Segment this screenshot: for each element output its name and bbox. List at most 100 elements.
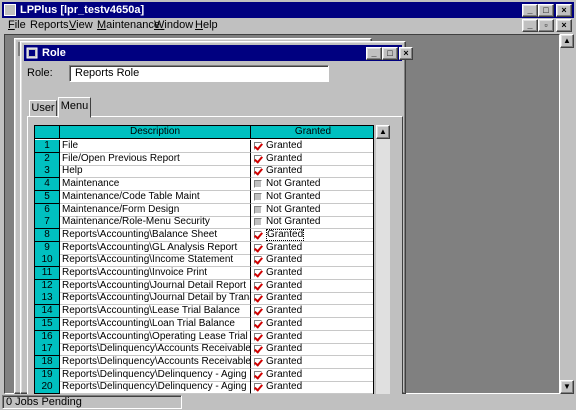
table-row[interactable]: 11 Reports\Accounting\Invoice Print Grante… (35, 267, 373, 280)
granted-cell[interactable]: Granted (251, 318, 373, 331)
maximize-button[interactable]: □ (538, 4, 554, 17)
close-button[interactable]: × (556, 4, 572, 17)
row-number[interactable]: 3 (35, 165, 60, 179)
granted-checkbox[interactable] (254, 256, 262, 265)
row-number[interactable]: 5 (35, 190, 60, 204)
row-number[interactable]: 15 (35, 317, 60, 331)
granted-checkbox[interactable] (254, 281, 262, 290)
granted-cell[interactable]: Granted (251, 267, 373, 280)
row-number[interactable]: 4 (35, 178, 60, 192)
row-number[interactable]: 19 (35, 368, 60, 382)
table-row[interactable]: 13 Reports\Accounting\Journal Detail by T… (35, 292, 373, 306)
role-name-input[interactable]: Reports Role (69, 65, 329, 82)
grid-scroll-up-icon[interactable]: ▲ (376, 125, 390, 139)
row-number[interactable]: 18 (35, 355, 60, 369)
table-row[interactable]: 15 Reports\Accounting\Loan Trial Balance G… (35, 317, 373, 331)
tab-menu[interactable]: Menu (58, 97, 91, 118)
scroll-up-arrow-icon[interactable]: ▲ (560, 34, 574, 48)
table-row[interactable]: 17 Reports\Delinquency\Accounts Receivabl… (35, 343, 373, 357)
granted-checkbox[interactable] (254, 167, 262, 176)
role-titlebar[interactable]: Role _ □ × (24, 45, 413, 61)
description-column-header[interactable]: Description (60, 126, 251, 139)
table-row[interactable]: 8 Reports\Accounting\Balance Sheet Granted (35, 228, 373, 242)
table-row[interactable]: 7 Maintenance/Role-Menu Security Not Grant… (35, 216, 373, 230)
menu-file[interactable]: File (8, 18, 26, 33)
granted-cell[interactable]: Not Granted (251, 178, 373, 192)
table-row[interactable]: 4 Maintenance Not Granted (35, 178, 373, 192)
row-number[interactable]: 12 (35, 279, 60, 293)
menu-reports[interactable]: Reports (30, 18, 69, 33)
granted-checkbox[interactable] (254, 332, 262, 341)
mdi-restore-button[interactable]: ▫ (538, 19, 554, 32)
table-row[interactable]: 6 Maintenance/Form Design Not Granted (35, 203, 373, 217)
granted-cell[interactable]: Granted (251, 228, 373, 242)
role-minimize-button[interactable]: _ (366, 47, 382, 60)
granted-checkbox[interactable] (254, 142, 262, 150)
granted-cell[interactable]: Not Granted (251, 216, 373, 230)
granted-cell[interactable]: Granted (251, 254, 373, 268)
granted-checkbox[interactable] (254, 269, 262, 277)
row-number[interactable]: 11 (35, 267, 60, 280)
granted-cell[interactable]: Granted (251, 343, 373, 357)
table-row[interactable]: 10 Reports\Accounting\Income Statement Gra… (35, 254, 373, 268)
granted-column-header[interactable]: Granted (251, 126, 373, 139)
granted-cell[interactable]: Granted (251, 356, 373, 369)
grid-vertical-scrollbar[interactable]: ▲ (376, 125, 390, 396)
menu-permissions-grid[interactable]: Description Granted 1 File Granted 2 File/Op… (34, 125, 374, 396)
granted-checkbox[interactable] (254, 180, 262, 189)
role-close-button[interactable]: × (399, 47, 413, 60)
row-number[interactable]: 10 (35, 254, 60, 268)
table-row[interactable]: 20 Reports\Delinquency\Delinquency - Agin… (35, 381, 373, 395)
table-row[interactable]: 9 Reports\Accounting\GL Analysis Report Gr… (35, 241, 373, 255)
row-number[interactable]: 7 (35, 216, 60, 230)
granted-checkbox[interactable] (254, 319, 262, 328)
mdi-close-button[interactable]: × (556, 19, 572, 32)
granted-checkbox[interactable] (254, 383, 262, 392)
granted-checkbox[interactable] (254, 154, 262, 163)
granted-cell[interactable]: Granted (251, 292, 373, 306)
tab-user[interactable]: User (29, 100, 57, 117)
table-row[interactable]: 14 Reports\Accounting\Lease Trial Balance… (35, 305, 373, 319)
table-row[interactable]: 2 File/Open Previous Report Granted (35, 152, 373, 166)
granted-checkbox[interactable] (254, 243, 262, 252)
menu-view[interactable]: View (69, 18, 93, 33)
row-number[interactable]: 17 (35, 343, 60, 357)
menu-help[interactable]: Help (195, 18, 218, 33)
granted-checkbox[interactable] (254, 294, 262, 303)
granted-checkbox[interactable] (254, 218, 262, 227)
row-number[interactable]: 16 (35, 330, 60, 344)
mdi-minimize-button[interactable]: _ (522, 19, 538, 32)
granted-checkbox[interactable] (254, 345, 262, 354)
menu-window[interactable]: Window (154, 18, 193, 33)
granted-checkbox[interactable] (254, 230, 262, 239)
minimize-button[interactable]: _ (522, 4, 538, 17)
role-maximize-button[interactable]: □ (382, 47, 398, 60)
granted-cell[interactable]: Granted (251, 242, 373, 255)
table-row[interactable]: 16 Reports\Accounting\Operating Lease Tri… (35, 330, 373, 344)
row-number[interactable]: 13 (35, 292, 60, 306)
granted-cell[interactable]: Granted (251, 305, 373, 319)
granted-cell[interactable]: Not Granted (251, 204, 373, 217)
granted-cell[interactable]: Not Granted (251, 191, 373, 204)
granted-cell[interactable]: Granted (251, 381, 373, 395)
table-row[interactable]: 3 Help Granted (35, 165, 373, 179)
row-number[interactable]: 6 (35, 203, 60, 217)
granted-checkbox[interactable] (254, 307, 262, 316)
row-number[interactable]: 1 (35, 140, 60, 153)
granted-checkbox[interactable] (254, 205, 262, 214)
row-number[interactable]: 20 (35, 381, 60, 395)
granted-checkbox[interactable] (254, 357, 262, 366)
table-row[interactable]: 1 File Granted (35, 140, 373, 153)
table-row[interactable]: 18 Reports\Delinquency\Accounts Receivabl… (35, 355, 373, 369)
table-row[interactable]: 12 Reports\Accounting\Journal Detail Repo… (35, 279, 373, 293)
granted-cell[interactable]: Granted (251, 153, 373, 166)
table-row[interactable]: 19 Reports\Delinquency\Delinquency - Agin… (35, 368, 373, 382)
row-number[interactable]: 2 (35, 152, 60, 166)
granted-cell[interactable]: Granted (251, 165, 373, 179)
granted-checkbox[interactable] (254, 370, 262, 379)
menu-maintenance[interactable]: Maintenance (97, 18, 160, 33)
granted-cell[interactable]: Granted (251, 280, 373, 293)
granted-checkbox[interactable] (254, 192, 262, 201)
granted-cell[interactable]: Granted (251, 140, 373, 153)
table-row[interactable]: 5 Maintenance/Code Table Maint Not Granted (35, 190, 373, 204)
